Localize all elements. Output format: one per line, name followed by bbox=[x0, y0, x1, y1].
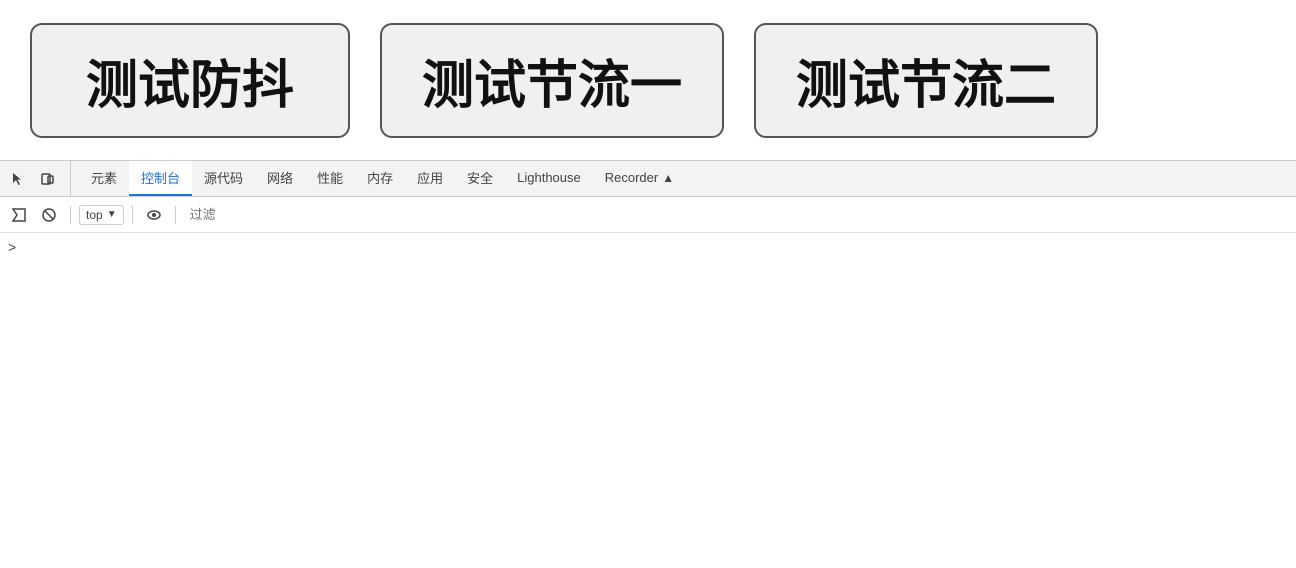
block-icon[interactable] bbox=[36, 202, 62, 228]
tab-console[interactable]: 控制台 bbox=[129, 161, 192, 196]
console-filter-input[interactable] bbox=[184, 205, 1290, 224]
tab-application[interactable]: 应用 bbox=[405, 161, 455, 196]
devtools-tabbar: 元素 控制台 源代码 网络 性能 内存 应用 安全 Lighthouse Rec… bbox=[0, 161, 1296, 197]
device-toggle-icon[interactable] bbox=[34, 165, 62, 193]
tab-sources[interactable]: 源代码 bbox=[192, 161, 255, 196]
tab-security[interactable]: 安全 bbox=[455, 161, 505, 196]
clear-console-icon[interactable] bbox=[6, 202, 32, 228]
recorder-icon: ▲ bbox=[662, 171, 674, 185]
console-prompt-arrow[interactable]: > bbox=[8, 239, 16, 255]
debounce-button[interactable]: 测试防抖 bbox=[30, 23, 350, 138]
throttle2-button[interactable]: 测试节流二 bbox=[754, 23, 1098, 138]
tab-performance[interactable]: 性能 bbox=[305, 161, 355, 196]
tab-memory[interactable]: 内存 bbox=[355, 161, 405, 196]
context-label: top bbox=[86, 208, 103, 222]
devtools-panel: 元素 控制台 源代码 网络 性能 内存 应用 安全 Lighthouse Rec… bbox=[0, 160, 1296, 493]
toolbar-separator bbox=[70, 206, 71, 224]
tab-lighthouse[interactable]: Lighthouse bbox=[505, 161, 593, 196]
tab-recorder[interactable]: Recorder ▲ bbox=[593, 161, 686, 196]
cursor-icon[interactable] bbox=[4, 165, 32, 193]
toolbar-separator-2 bbox=[132, 206, 133, 224]
console-toolbar: top ▼ bbox=[0, 197, 1296, 233]
console-content[interactable]: > bbox=[0, 233, 1296, 493]
throttle1-button[interactable]: 测试节流一 bbox=[380, 23, 724, 138]
eye-icon[interactable] bbox=[141, 202, 167, 228]
toolbar-separator-3 bbox=[175, 206, 176, 224]
context-dropdown-icon: ▼ bbox=[107, 209, 117, 220]
context-selector[interactable]: top ▼ bbox=[79, 205, 124, 225]
tab-network[interactable]: 网络 bbox=[255, 161, 305, 196]
demo-buttons-section: 测试防抖 测试节流一 测试节流二 bbox=[0, 0, 1296, 160]
tab-elements[interactable]: 元素 bbox=[79, 161, 129, 196]
devtools-icon-group bbox=[4, 161, 71, 196]
